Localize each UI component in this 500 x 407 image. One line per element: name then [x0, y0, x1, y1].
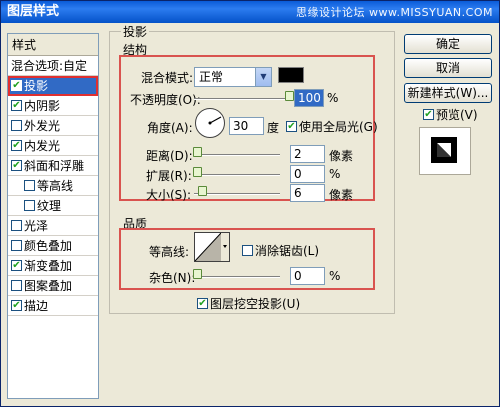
- style-item-label: 内阴影: [24, 99, 61, 113]
- noise-slider[interactable]: [194, 276, 280, 278]
- checkbox-empty-icon[interactable]: [11, 280, 22, 291]
- checkbox-checked-icon[interactable]: ✔: [11, 140, 22, 151]
- angle-dial[interactable]: [195, 108, 225, 138]
- opacity-slider[interactable]: [194, 98, 290, 100]
- contour-curve-icon: [194, 232, 229, 262]
- size-slider-thumb[interactable]: [198, 186, 207, 196]
- distance-slider-thumb[interactable]: [193, 147, 202, 157]
- checkbox-checked-icon[interactable]: ✔: [11, 100, 22, 111]
- style-item[interactable]: 图案叠加: [8, 276, 98, 296]
- style-item[interactable]: ✔ 内发光: [8, 136, 98, 156]
- style-item[interactable]: 混合选项:自定: [8, 56, 98, 76]
- style-item[interactable]: ✔ 投影: [8, 76, 98, 96]
- checkbox-empty-icon[interactable]: [11, 120, 22, 131]
- checkbox-checked-icon[interactable]: ✔: [11, 80, 22, 91]
- style-item-label: 描边: [24, 299, 49, 313]
- distance-label: 距离(D):: [146, 149, 193, 163]
- preview-checkbox[interactable]: ✔ 预览(V): [423, 106, 478, 123]
- title-bar: 图层样式 思缘设计论坛 www.MISSYUAN.COM: [1, 1, 499, 23]
- style-item-label: 渐变叠加: [24, 259, 73, 273]
- global-light-label: 使用全局光(G): [299, 120, 378, 134]
- chevron-down-icon: ▼: [255, 68, 271, 86]
- checkbox-empty-icon[interactable]: [11, 240, 22, 251]
- checkbox-empty-icon[interactable]: [24, 180, 35, 191]
- opacity-input[interactable]: 100: [294, 89, 324, 107]
- spread-input[interactable]: 0: [290, 165, 325, 183]
- knockout-label: 图层挖空投影(U): [210, 297, 301, 311]
- preview-image: [431, 137, 457, 163]
- noise-input[interactable]: 0: [290, 267, 325, 285]
- style-item[interactable]: 等高线: [8, 176, 98, 196]
- blend-mode-select[interactable]: 正常 ▼: [194, 67, 272, 87]
- size-label: 大小(S):: [146, 188, 192, 202]
- style-item-label: 纹理: [37, 199, 62, 213]
- knockout-checkbox[interactable]: ✔ 图层挖空投影(U): [197, 295, 300, 312]
- styles-header[interactable]: 样式: [8, 34, 98, 56]
- anti-alias-checkbox[interactable]: 消除锯齿(L): [242, 242, 319, 259]
- distance-slider[interactable]: [194, 154, 280, 156]
- checkbox-checked-icon[interactable]: ✔: [11, 160, 22, 171]
- shadow-color-swatch[interactable]: [278, 67, 304, 83]
- distance-unit: 像素: [329, 149, 354, 163]
- anti-alias-label: 消除锯齿(L): [255, 244, 320, 258]
- style-item-label: 等高线: [37, 179, 74, 193]
- distance-input[interactable]: 2: [290, 145, 325, 163]
- noise-unit: %: [329, 269, 341, 283]
- contour-label: 等高线:: [149, 245, 190, 259]
- style-item-label: 光泽: [24, 219, 49, 233]
- style-item[interactable]: ✔ 描边: [8, 296, 98, 316]
- watermark: 思缘设计论坛 www.MISSYUAN.COM: [295, 6, 493, 19]
- spread-unit: %: [329, 167, 341, 181]
- new-style-button[interactable]: 新建样式(W)...: [404, 83, 492, 103]
- window-title: 图层样式: [7, 4, 60, 19]
- style-item[interactable]: ✔ 内阴影: [8, 96, 98, 116]
- spread-slider-thumb[interactable]: [193, 167, 202, 177]
- anti-alias-check-icon: [242, 245, 253, 256]
- checkbox-empty-icon[interactable]: [24, 200, 35, 211]
- size-unit: 像素: [329, 188, 354, 202]
- style-item-label: 内发光: [24, 139, 61, 153]
- style-item[interactable]: 纹理: [8, 196, 98, 216]
- preview-label: 预览(V): [436, 108, 478, 122]
- opacity-unit: %: [327, 91, 339, 105]
- angle-dial-needle: [208, 116, 222, 125]
- style-item[interactable]: 光泽: [8, 216, 98, 236]
- style-item-label: 颜色叠加: [24, 239, 73, 253]
- layer-style-dialog: 图层样式 思缘设计论坛 www.MISSYUAN.COM 样式 混合选项:自定 ✔…: [0, 0, 500, 407]
- size-input[interactable]: 6: [290, 184, 325, 202]
- cancel-button[interactable]: 取消: [404, 58, 492, 78]
- style-item-label: 投影: [24, 79, 49, 93]
- checkbox-checked-icon[interactable]: ✔: [11, 260, 22, 271]
- blend-mode-label: 混合模式:: [141, 71, 194, 85]
- panel-title: 投影: [121, 23, 150, 40]
- contour-picker[interactable]: [194, 232, 230, 262]
- styles-list: 样式 混合选项:自定 ✔ 投影 ✔ 内阴影 外发光 ✔ 内发光 ✔ 斜面和浮雕 等高线 纹理 光泽 颜色叠…: [7, 33, 99, 399]
- style-item-label: 混合选项:自定: [11, 59, 88, 73]
- style-item-label: 图案叠加: [24, 279, 73, 293]
- angle-input[interactable]: 30: [229, 117, 264, 135]
- spread-slider[interactable]: [194, 174, 280, 176]
- style-item[interactable]: ✔ 斜面和浮雕: [8, 156, 98, 176]
- style-item[interactable]: 外发光: [8, 116, 98, 136]
- style-item-label: 外发光: [24, 119, 61, 133]
- preview-thumbnail: [419, 127, 471, 175]
- checkbox-checked-icon[interactable]: ✔: [11, 300, 22, 311]
- blend-mode-value: 正常: [199, 70, 224, 84]
- style-item[interactable]: 颜色叠加: [8, 236, 98, 256]
- noise-slider-thumb[interactable]: [193, 269, 202, 279]
- spread-label: 扩展(R):: [146, 169, 192, 183]
- opacity-label: 不透明度(O):: [130, 93, 201, 107]
- global-light-check-icon: ✔: [286, 121, 297, 132]
- preview-check-icon: ✔: [423, 109, 434, 120]
- style-item-label: 斜面和浮雕: [24, 159, 85, 173]
- opacity-slider-thumb[interactable]: [285, 91, 294, 101]
- ok-button[interactable]: 确定: [404, 34, 492, 54]
- angle-unit: 度: [267, 121, 280, 135]
- noise-label: 杂色(N):: [149, 271, 196, 285]
- style-item[interactable]: ✔ 渐变叠加: [8, 256, 98, 276]
- angle-label: 角度(A):: [147, 121, 193, 135]
- knockout-check-icon: ✔: [197, 298, 208, 309]
- checkbox-empty-icon[interactable]: [11, 220, 22, 231]
- global-light-checkbox[interactable]: ✔ 使用全局光(G): [286, 118, 378, 135]
